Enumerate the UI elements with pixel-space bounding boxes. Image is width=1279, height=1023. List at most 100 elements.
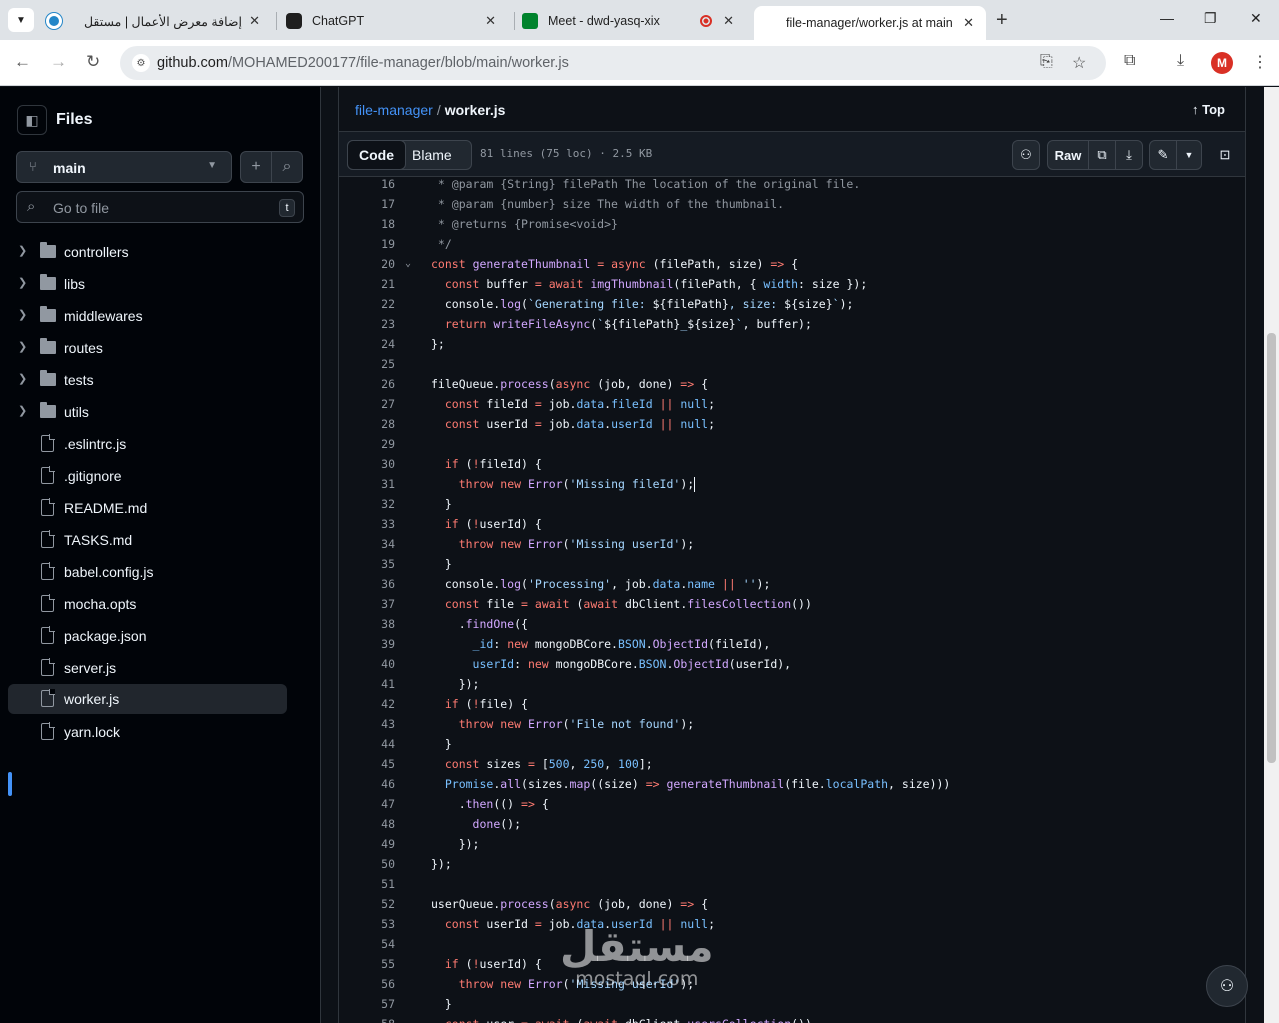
line-number[interactable]: 30 bbox=[339, 454, 395, 474]
close-tab-icon[interactable]: ✕ bbox=[723, 13, 734, 29]
tree-folder-middlewares[interactable]: ❯ middlewares bbox=[8, 301, 287, 331]
fold-chevron-icon[interactable]: ⌄ bbox=[405, 254, 411, 274]
line-number[interactable]: 47 bbox=[339, 794, 395, 814]
go-to-file-input[interactable]: ⌕ Go to file t bbox=[16, 191, 304, 223]
line-number[interactable]: 58 bbox=[339, 1014, 395, 1023]
line-number[interactable]: 53 bbox=[339, 914, 395, 934]
code-view[interactable]: 16 * @param {String} filePath The locati… bbox=[339, 177, 1245, 1023]
line-number[interactable]: 39 bbox=[339, 634, 395, 654]
chevron-right-icon[interactable]: ❯ bbox=[18, 308, 27, 321]
line-number[interactable]: 32 bbox=[339, 494, 395, 514]
browser-menu-icon[interactable]: ⋮ bbox=[1252, 52, 1268, 72]
line-number[interactable]: 52 bbox=[339, 894, 395, 914]
tree-file-tasks-md[interactable]: TASKS.md bbox=[8, 525, 287, 555]
reload-button[interactable]: ↻ bbox=[86, 52, 100, 72]
browser-tab-chatgpt[interactable]: ChatGPT ✕ bbox=[286, 6, 508, 36]
browser-tab-github-active[interactable]: file-manager/worker.js at main · ✕ bbox=[754, 6, 986, 40]
minimize-window-button[interactable]: — bbox=[1160, 10, 1174, 26]
browser-tab-meet[interactable]: Meet - dwd-yasq-xix ✕ bbox=[522, 6, 746, 36]
line-number[interactable]: 44 bbox=[339, 734, 395, 754]
tree-folder-tests[interactable]: ❯ tests bbox=[8, 365, 287, 395]
close-tab-icon[interactable]: ✕ bbox=[249, 13, 260, 29]
chevron-right-icon[interactable]: ❯ bbox=[18, 372, 27, 385]
line-number[interactable]: 19 bbox=[339, 234, 395, 254]
address-bar[interactable]: ⚙ github.com/MOHAMED200177/file-manager/… bbox=[120, 46, 1106, 80]
branch-selector[interactable]: ⑂ main ▼ bbox=[16, 151, 232, 183]
line-number[interactable]: 45 bbox=[339, 754, 395, 774]
close-tab-icon[interactable]: ✕ bbox=[485, 13, 496, 29]
chevron-right-icon[interactable]: ❯ bbox=[18, 404, 27, 417]
tree-folder-controllers[interactable]: ❯ controllers bbox=[8, 237, 287, 267]
download-raw-button[interactable]: ⤓ bbox=[1115, 140, 1143, 170]
tree-folder-utils[interactable]: ❯ utils bbox=[8, 397, 287, 427]
copy-raw-button[interactable]: ⧉ bbox=[1088, 140, 1116, 170]
breadcrumb-repo-link[interactable]: file-manager bbox=[355, 102, 433, 118]
tree-file--eslintrc-js[interactable]: .eslintrc.js bbox=[8, 429, 287, 459]
add-file-button[interactable]: + bbox=[240, 151, 272, 183]
line-number[interactable]: 57 bbox=[339, 994, 395, 1014]
tree-folder-libs[interactable]: ❯ libs bbox=[8, 269, 287, 299]
line-number[interactable]: 35 bbox=[339, 554, 395, 574]
tree-file-mocha-opts[interactable]: mocha.opts bbox=[8, 589, 287, 619]
copilot-button[interactable]: ⚇ bbox=[1012, 140, 1040, 170]
line-number[interactable]: 24 bbox=[339, 334, 395, 354]
forward-button[interactable]: → bbox=[50, 52, 67, 72]
line-number[interactable]: 33 bbox=[339, 514, 395, 534]
symbols-panel-button[interactable]: ⊡ bbox=[1211, 140, 1239, 170]
search-code-button[interactable]: ⌕ bbox=[271, 151, 303, 183]
bookmark-star-icon[interactable]: ☆ bbox=[1072, 53, 1086, 73]
line-number[interactable]: 20 bbox=[339, 254, 395, 274]
chevron-right-icon[interactable]: ❯ bbox=[18, 276, 27, 289]
downloads-icon[interactable]: ⤓ bbox=[1177, 52, 1184, 70]
tree-file-server-js[interactable]: server.js bbox=[8, 653, 287, 683]
line-number[interactable]: 42 bbox=[339, 694, 395, 714]
address-url[interactable]: github.com/MOHAMED200177/file-manager/bl… bbox=[157, 55, 569, 71]
line-number[interactable]: 48 bbox=[339, 814, 395, 834]
line-number[interactable]: 28 bbox=[339, 414, 395, 434]
line-number[interactable]: 18 bbox=[339, 214, 395, 234]
line-number[interactable]: 51 bbox=[339, 874, 395, 894]
line-number[interactable]: 46 bbox=[339, 774, 395, 794]
line-number[interactable]: 25 bbox=[339, 354, 395, 374]
line-number[interactable]: 41 bbox=[339, 674, 395, 694]
line-number[interactable]: 43 bbox=[339, 714, 395, 734]
tree-file-worker-js[interactable]: worker.js bbox=[8, 684, 287, 714]
tree-file-readme-md[interactable]: README.md bbox=[8, 493, 287, 523]
restore-window-button[interactable]: ❐ bbox=[1204, 10, 1217, 27]
line-number[interactable]: 16 bbox=[339, 177, 395, 194]
edit-options-button[interactable]: ▼ bbox=[1176, 140, 1202, 170]
line-number[interactable]: 26 bbox=[339, 374, 395, 394]
raw-button[interactable]: Raw bbox=[1047, 140, 1089, 170]
line-number[interactable]: 21 bbox=[339, 274, 395, 294]
collapse-sidebar-button[interactable]: ◧ bbox=[17, 105, 47, 135]
extensions-icon[interactable]: ⧉ bbox=[1124, 52, 1135, 70]
page-scrollbar[interactable] bbox=[1264, 87, 1279, 1023]
line-number[interactable]: 54 bbox=[339, 934, 395, 954]
tree-file--gitignore[interactable]: .gitignore bbox=[8, 461, 287, 491]
back-button[interactable]: ← bbox=[14, 52, 31, 72]
line-number[interactable]: 36 bbox=[339, 574, 395, 594]
scrollbar-thumb[interactable] bbox=[1267, 333, 1276, 763]
line-number[interactable]: 50 bbox=[339, 854, 395, 874]
profile-avatar[interactable]: M bbox=[1211, 52, 1233, 74]
close-tab-icon[interactable]: ✕ bbox=[963, 15, 974, 31]
close-window-button[interactable]: ✕ bbox=[1250, 10, 1262, 27]
blame-tab[interactable]: Blame bbox=[412, 147, 452, 163]
chevron-right-icon[interactable]: ❯ bbox=[18, 340, 27, 353]
line-number[interactable]: 49 bbox=[339, 834, 395, 854]
line-number[interactable]: 38 bbox=[339, 614, 395, 634]
install-app-icon[interactable]: ⎘ bbox=[1040, 53, 1053, 71]
line-number[interactable]: 17 bbox=[339, 194, 395, 214]
line-number[interactable]: 55 bbox=[339, 954, 395, 974]
top-button[interactable]: ↑ Top bbox=[1192, 102, 1225, 117]
tree-folder-routes[interactable]: ❯ routes bbox=[8, 333, 287, 363]
line-number[interactable]: 22 bbox=[339, 294, 395, 314]
tab-search-chevron-icon[interactable]: ▼ bbox=[8, 8, 34, 32]
copilot-chat-button[interactable]: ⚇ bbox=[1206, 965, 1248, 1007]
tree-file-yarn-lock[interactable]: yarn.lock bbox=[8, 717, 287, 747]
edit-file-button[interactable]: ✎ bbox=[1149, 140, 1177, 170]
line-number[interactable]: 34 bbox=[339, 534, 395, 554]
line-number[interactable]: 23 bbox=[339, 314, 395, 334]
tree-file-babel-config-js[interactable]: babel.config.js bbox=[8, 557, 287, 587]
tree-file-package-json[interactable]: package.json bbox=[8, 621, 287, 651]
